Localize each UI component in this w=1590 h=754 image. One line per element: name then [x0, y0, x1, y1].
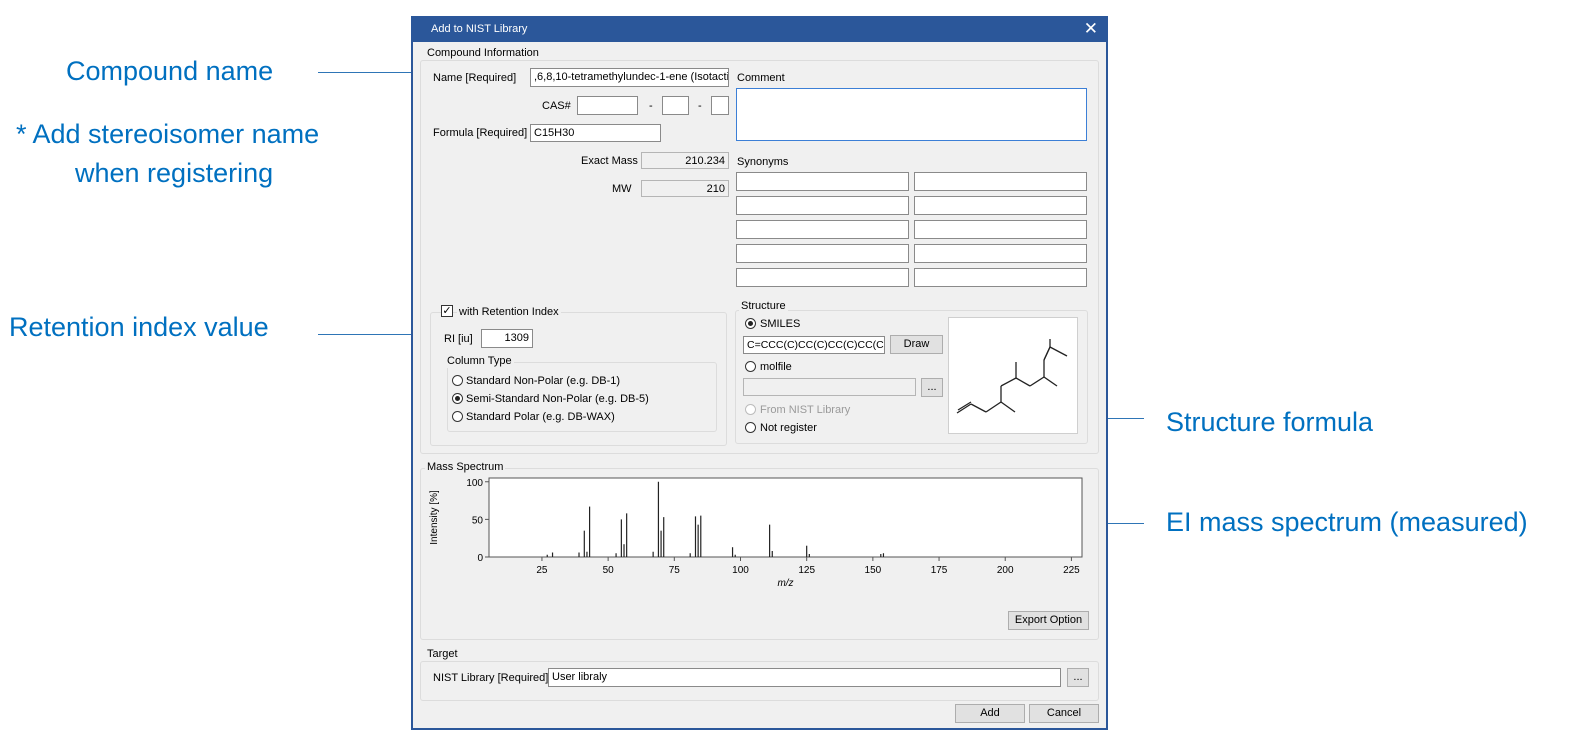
plot-area: [488, 477, 1083, 558]
x-tick-label: 125: [798, 565, 815, 576]
smiles-label: SMILES: [760, 318, 801, 330]
synonym-input-3[interactable]: [736, 196, 909, 215]
exact-mass-label: Exact Mass: [581, 155, 638, 167]
cas-separator-1: -: [649, 100, 653, 112]
molfile-radio[interactable]: [745, 361, 756, 372]
nist-library-label: NIST Library [Required]: [433, 672, 549, 684]
close-icon[interactable]: ✕: [1084, 19, 1098, 39]
from-nist-radio[interactable]: [745, 404, 756, 415]
synonym-input-8[interactable]: [914, 244, 1087, 263]
structure-legend: Structure: [739, 300, 788, 313]
x-tick-label: 175: [931, 565, 948, 576]
column-type-label-nonpolar: Standard Non-Polar (e.g. DB-1): [466, 375, 621, 387]
cas-separator-2: -: [698, 100, 702, 112]
ri-input[interactable]: 1309: [481, 329, 533, 348]
name-label: Name [Required]: [433, 72, 517, 84]
column-type-radio-nonpolar[interactable]: [452, 375, 463, 386]
molfile-input[interactable]: [743, 378, 916, 396]
library-browse-button[interactable]: ...: [1067, 668, 1089, 687]
retention-checkbox[interactable]: ✓: [441, 305, 453, 317]
structure-drawing: [956, 339, 1068, 414]
cas-part3-input[interactable]: [711, 96, 729, 115]
smiles-radio[interactable]: [745, 318, 756, 329]
callout-compound-name: Compound name: [66, 56, 274, 86]
not-register-label: Not register: [760, 422, 817, 434]
y-tick-label: 100: [466, 478, 483, 489]
name-input[interactable]: ,6,8,10-tetramethylundec-1-ene (Isotacti…: [530, 68, 729, 87]
cas-part2-input[interactable]: [662, 96, 689, 115]
y-tick-label: 0: [477, 553, 483, 564]
synonym-input-4[interactable]: [914, 196, 1087, 215]
synonym-input-1[interactable]: [736, 172, 909, 191]
callout-stereo-line2: when registering: [75, 158, 274, 188]
structure-image: [948, 317, 1078, 434]
nist-library-input[interactable]: User libraly: [548, 668, 1061, 687]
x-tick-label: 100: [732, 565, 749, 576]
synonym-input-5[interactable]: [736, 220, 909, 239]
x-tick-label: 150: [865, 565, 882, 576]
callout-structure-formula: Structure formula: [1166, 407, 1374, 437]
smiles-input[interactable]: C=CCC(C)CC(C)CC(C)CC(C)C: [743, 336, 885, 354]
comment-label: Comment: [737, 72, 785, 84]
callout-line-compound-name: [318, 72, 422, 73]
x-tick-label: 75: [669, 565, 681, 576]
x-tick-label: 225: [1063, 565, 1080, 576]
compound-info-legend: Compound Information: [425, 47, 541, 60]
cancel-button[interactable]: Cancel: [1029, 704, 1099, 723]
y-axis-label: Intensity [%]: [429, 490, 440, 545]
ri-label: RI [iu]: [444, 333, 473, 345]
formula-input[interactable]: C15H30: [530, 124, 661, 142]
column-type-radio-polar[interactable]: [452, 411, 463, 422]
molfile-browse-button[interactable]: ...: [921, 378, 943, 397]
x-tick-label: 25: [536, 565, 548, 576]
x-tick-label: 50: [603, 565, 615, 576]
synonyms-label: Synonyms: [737, 156, 789, 168]
y-tick-label: 50: [472, 515, 484, 526]
cas-label: CAS#: [542, 100, 571, 112]
retention-checkbox-label: with Retention Index: [457, 306, 561, 319]
column-type-label-semistandard: Semi-Standard Non-Polar (e.g. DB-5): [466, 393, 649, 405]
synonym-input-2[interactable]: [914, 172, 1087, 191]
from-nist-label: From NIST Library: [760, 404, 851, 416]
x-axis-label: m/z: [777, 578, 793, 589]
add-to-nist-dialog: Add to NIST Library ✕ Compound Informati…: [411, 16, 1108, 730]
callout-retention-index: Retention index value: [9, 312, 269, 342]
dialog-title: Add to NIST Library: [431, 23, 528, 35]
synonym-input-7[interactable]: [736, 244, 909, 263]
synonym-input-10[interactable]: [914, 268, 1087, 287]
not-register-radio[interactable]: [745, 422, 756, 433]
mw-label: MW: [612, 183, 632, 195]
mw-value: 210: [641, 180, 729, 197]
synonym-input-6[interactable]: [914, 220, 1087, 239]
column-type-legend: Column Type: [445, 355, 514, 368]
callout-stereo-line1: * Add stereoisomer name: [16, 119, 320, 149]
target-legend: Target: [425, 648, 460, 661]
molfile-label: molfile: [760, 361, 792, 373]
add-button[interactable]: Add: [955, 704, 1025, 723]
column-type-label-polar: Standard Polar (e.g. DB-WAX): [466, 411, 615, 423]
callout-ei-spectrum: EI mass spectrum (measured): [1166, 507, 1528, 537]
cas-part1-input[interactable]: [577, 96, 638, 115]
title-bar: Add to NIST Library ✕: [413, 18, 1106, 42]
exact-mass-value: 210.234: [641, 152, 729, 169]
column-type-radio-semistandard[interactable]: [452, 393, 463, 404]
synonym-input-9[interactable]: [736, 268, 909, 287]
comment-textarea[interactable]: [736, 88, 1087, 141]
draw-button[interactable]: Draw: [890, 335, 943, 354]
export-option-button[interactable]: Export Option: [1008, 611, 1089, 630]
x-tick-label: 200: [997, 565, 1014, 576]
formula-label: Formula [Required]: [433, 127, 528, 139]
callout-line-retention: [318, 334, 422, 335]
mass-spectrum-chart: 25 50 75 100 125 150 175 200 225 0 50 100 m/z Intensi…: [429, 477, 1083, 589]
